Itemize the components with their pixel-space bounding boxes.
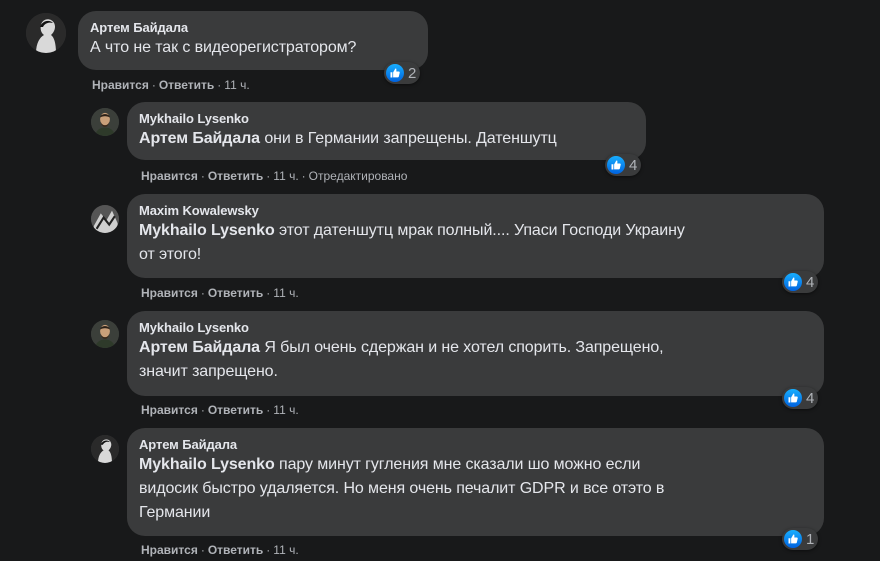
comment-bubble: Артем Байдала А что не так с видеорегист… [78, 11, 428, 70]
profile-photo [91, 320, 119, 348]
like-button[interactable]: Нравится [141, 403, 198, 417]
like-icon [784, 530, 802, 548]
comment-author[interactable]: Maxim Kowalewsky [139, 202, 812, 219]
timestamp[interactable]: 11 ч. [224, 78, 249, 92]
timestamp[interactable]: 11 ч. [273, 543, 298, 557]
comment-bubble: Артем Байдала Mykhailo Lysenko пару мину… [127, 428, 824, 536]
reaction-badge[interactable]: 4 [782, 387, 819, 409]
reply-button[interactable]: Ответить [208, 543, 263, 557]
profile-photo [26, 13, 66, 53]
reaction-badge[interactable]: 4 [605, 154, 642, 176]
comment-text: Mykhailo Lysenko пару минут гугления мне… [139, 456, 641, 473]
profile-photo [91, 205, 119, 233]
timestamp[interactable]: 11 ч. [273, 403, 298, 417]
comment-actions: Нравится · Ответить · 11 ч. [141, 403, 299, 417]
timestamp[interactable]: 11 ч. [273, 169, 298, 183]
reaction-badge[interactable]: 2 [384, 62, 421, 84]
comment-text-line: Германии [139, 504, 211, 521]
comment-bubble: Mykhailo Lysenko Артем Байдала они в Гер… [127, 102, 646, 160]
like-icon [607, 156, 625, 174]
comment-author[interactable]: Артем Байдала [139, 436, 812, 453]
mention-link[interactable]: Артем Байдала [139, 339, 260, 356]
timestamp[interactable]: 11 ч. [273, 286, 298, 300]
mention-link[interactable]: Артем Байдала [139, 130, 260, 147]
reply-button[interactable]: Ответить [208, 286, 263, 300]
comment-actions: Нравится · Ответить · 11 ч. · Отредактировано [141, 169, 408, 183]
comment-text: Артем Байдала они в Германии запрещены. … [139, 130, 557, 147]
comment-text-line: значит запрещено. [139, 363, 278, 380]
like-button[interactable]: Нравится [141, 286, 198, 300]
reaction-count: 1 [806, 530, 815, 548]
comment-actions: Нравится · Ответить · 11 ч. [141, 543, 299, 557]
like-icon [386, 64, 404, 82]
reaction-count: 4 [629, 156, 638, 174]
avatar[interactable] [91, 205, 119, 233]
reply-button[interactable]: Ответить [208, 403, 263, 417]
avatar[interactable] [91, 108, 119, 136]
reaction-count: 4 [806, 273, 815, 291]
reaction-badge[interactable]: 4 [782, 271, 819, 293]
comment-text: Артем Байдала Я был очень сдержан и не х… [139, 339, 664, 356]
edited-label: Отредактировано [308, 169, 408, 183]
comment-author[interactable]: Mykhailo Lysenko [139, 110, 634, 127]
comment-author[interactable]: Mykhailo Lysenko [139, 319, 812, 336]
comment-actions: Нравится · Ответить · 11 ч. [92, 78, 250, 92]
avatar[interactable] [91, 435, 119, 463]
comment-text-line: видосик быстро удаляется. Но меня очень … [139, 480, 665, 497]
like-icon [784, 273, 802, 291]
mention-link[interactable]: Mykhailo Lysenko [139, 222, 275, 239]
like-button[interactable]: Нравится [141, 169, 198, 183]
comment-bubble: Maxim Kowalewsky Mykhailo Lysenko этот д… [127, 194, 824, 278]
like-icon [784, 389, 802, 407]
reaction-badge[interactable]: 1 [782, 528, 819, 550]
mention-link[interactable]: Mykhailo Lysenko [139, 456, 275, 473]
profile-photo [91, 435, 119, 463]
like-button[interactable]: Нравится [92, 78, 149, 92]
reply-button[interactable]: Ответить [208, 169, 263, 183]
comment-bubble: Mykhailo Lysenko Артем Байдала Я был оче… [127, 311, 824, 396]
profile-photo [91, 108, 119, 136]
reply-button[interactable]: Ответить [159, 78, 214, 92]
comment-author[interactable]: Артем Байдала [90, 19, 416, 36]
comment-text: Mykhailo Lysenko этот датеншутц мрак пол… [139, 222, 685, 239]
comment-text: А что не так с видеорегистратором? [90, 39, 357, 56]
comment-actions: Нравится · Ответить · 11 ч. [141, 286, 299, 300]
comment-text-line: от этого! [139, 246, 202, 263]
reaction-count: 4 [806, 389, 815, 407]
avatar[interactable] [26, 13, 66, 53]
avatar[interactable] [91, 320, 119, 348]
like-button[interactable]: Нравится [141, 543, 198, 557]
reaction-count: 2 [408, 64, 417, 82]
